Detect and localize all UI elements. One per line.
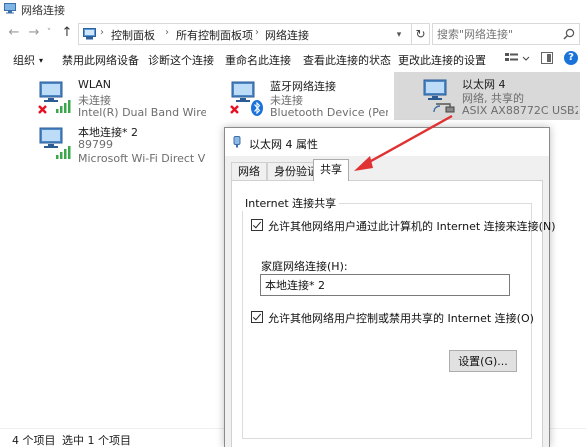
up-button[interactable]: ↑: [59, 25, 75, 41]
selected-count: 选中 1 个项目: [62, 434, 131, 447]
ethernet-shared-icon: [423, 79, 455, 113]
network-folder-icon: [4, 3, 16, 14]
breadcrumb-all-items[interactable]: 所有控制面板项: [176, 27, 253, 43]
home-network-label: 家庭网络连接(H):: [261, 260, 348, 273]
command-bar: 组织 ▾ 禁用此网络设备 诊断这个连接 重命名此连接 查看此连接的状态 更改此连接…: [0, 49, 586, 69]
ics-group: 允许其他网络用户通过此计算机的 Internet 连接来连接(N) 家庭网络连接…: [242, 203, 555, 439]
bluetooth-disconnected-icon: [230, 81, 263, 116]
search-icon: [563, 28, 575, 40]
organize-label: 组织: [13, 54, 35, 67]
allow-sharing-checkbox[interactable]: [251, 219, 263, 231]
connection-item-bluetooth[interactable]: 蓝牙网络连接 未连接 Bluetooth Device (Person...: [228, 74, 390, 124]
properties-dialog: 以太网 4 属性 网络 身份验证 共享 Internet 连接共享 允许其他网络…: [224, 127, 555, 447]
preview-pane-button[interactable]: [541, 52, 553, 64]
breadcrumb-network-connections[interactable]: 网络连接: [265, 27, 309, 43]
refresh-button[interactable]: ↻: [412, 23, 430, 45]
search-box[interactable]: [432, 23, 580, 45]
connection-device: Microsoft Wi-Fi Direct Vi...: [78, 152, 206, 165]
back-button[interactable]: ←: [6, 25, 22, 41]
view-status-button[interactable]: 查看此连接的状态: [303, 52, 391, 68]
connection-name: WLAN: [78, 78, 112, 91]
recent-locations-button[interactable]: ˅: [44, 25, 54, 41]
wifi-disconnected-icon: [38, 81, 71, 114]
dialog-title: 以太网 4 属性: [249, 138, 318, 151]
view-options-icon: [505, 53, 530, 61]
wifi-connected-icon: [39, 127, 71, 159]
address-row: ← → ˅ ↑ › 控制面板 › 所有控制面板项 › 网络连接 ▾ ↻: [0, 19, 586, 49]
network-adapter-icon: [233, 136, 241, 148]
allow-sharing-label: 允许其他网络用户通过此计算机的 Internet 连接来连接(N): [268, 220, 556, 233]
change-view-button[interactable]: [502, 50, 532, 67]
address-bar[interactable]: › 控制面板 › 所有控制面板项 › 网络连接 ▾: [78, 23, 412, 45]
breadcrumb-control-panel[interactable]: 控制面板: [111, 27, 155, 43]
control-panel-icon: [83, 28, 96, 40]
breadcrumb-separator: ›: [165, 27, 169, 38]
ics-group-label: Internet 连接共享: [242, 195, 340, 211]
search-input[interactable]: [437, 26, 557, 42]
tab-network[interactable]: 网络: [231, 162, 267, 180]
window-title: 网络连接: [21, 4, 65, 17]
connection-device: Intel(R) Dual Band Wirele...: [78, 106, 206, 119]
title-bar: 网络连接: [0, 0, 586, 18]
connection-item-local-2[interactable]: 本地连接* 2 89799 Microsoft Wi-Fi Direct Vi.…: [36, 120, 206, 170]
chevron-down-icon: ▾: [39, 56, 44, 65]
connection-device: Bluetooth Device (Person...: [270, 106, 388, 119]
connection-status: 89799: [78, 138, 113, 151]
dialog-title-bar: 以太网 4 属性: [225, 128, 549, 156]
connection-device: ASIX AX88772C USB2.0 L...: [462, 104, 578, 117]
item-count: 4 个项目: [12, 434, 56, 447]
forward-button[interactable]: →: [26, 25, 42, 41]
allow-control-checkbox[interactable]: [251, 311, 263, 323]
organize-menu[interactable]: 组织 ▾: [13, 52, 43, 68]
connection-item-wlan[interactable]: WLAN 未连接 Intel(R) Dual Band Wirele...: [36, 74, 206, 124]
home-network-input[interactable]: [260, 274, 510, 296]
disable-device-button[interactable]: 禁用此网络设备: [62, 52, 139, 68]
dialog-body: 网络 身份验证 共享 Internet 连接共享 允许其他网络用户通过此计算机的…: [225, 156, 555, 447]
sharing-tab-panel: Internet 连接共享 允许其他网络用户通过此计算机的 Internet 连…: [231, 180, 555, 447]
tab-sharing[interactable]: 共享: [313, 159, 349, 181]
change-settings-button[interactable]: 更改此连接的设置: [398, 52, 486, 68]
allow-control-label: 允许其他网络用户控制或禁用共享的 Internet 连接(O): [268, 312, 534, 325]
connection-item-ethernet-4[interactable]: 以太网 4 网络, 共享的 ASIX AX88772C USB2.0 L...: [394, 72, 580, 120]
rename-button[interactable]: 重命名此连接: [225, 52, 291, 68]
help-button[interactable]: ?: [564, 51, 578, 65]
breadcrumb-separator: ›: [100, 27, 104, 38]
breadcrumb-separator: ›: [255, 27, 259, 38]
settings-button[interactable]: 设置(G)...: [449, 350, 517, 372]
address-dropdown-button[interactable]: ▾: [393, 30, 405, 42]
diagnose-button[interactable]: 诊断这个连接: [148, 52, 214, 68]
